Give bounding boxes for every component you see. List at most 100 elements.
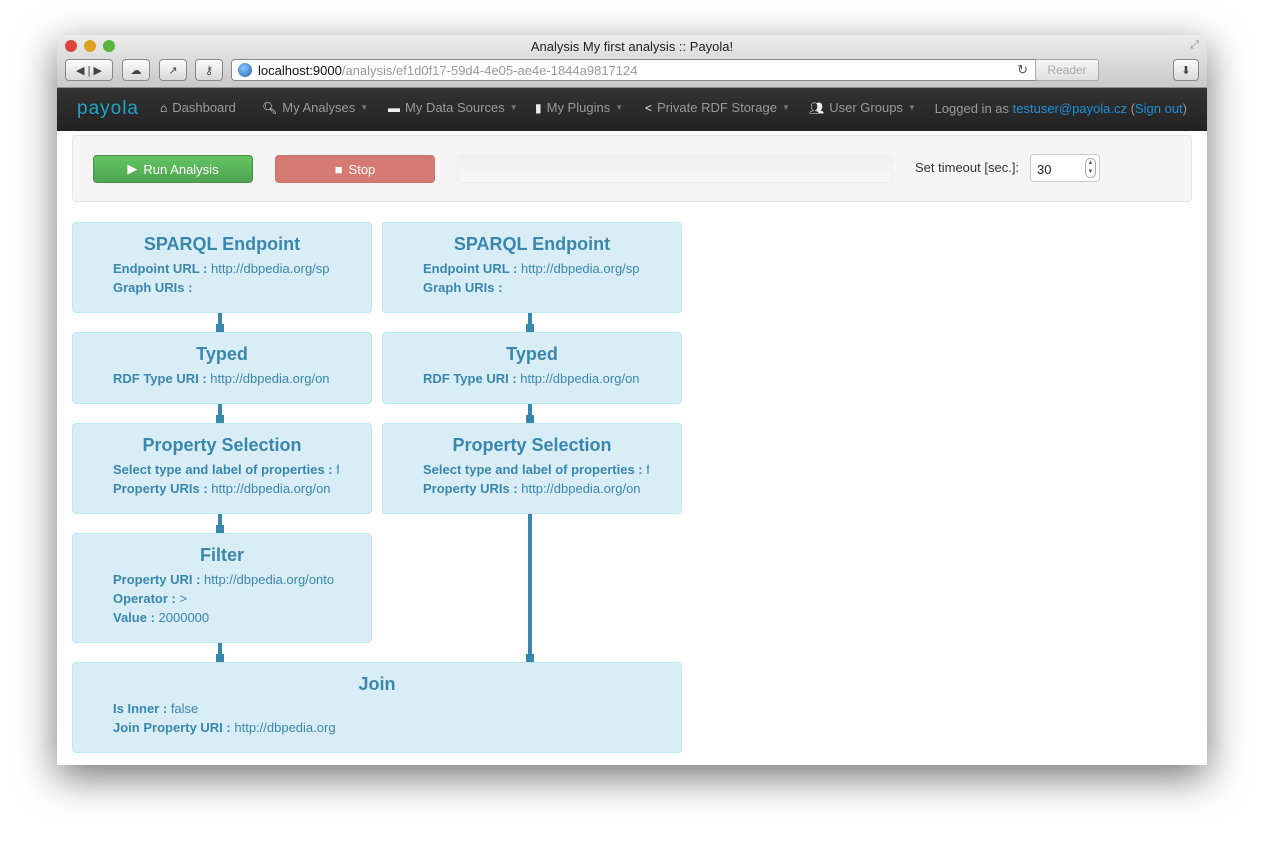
caret-down-icon: ▼ bbox=[781, 103, 790, 112]
reload-icon[interactable]: ↻ bbox=[1017, 62, 1028, 78]
connector-end bbox=[216, 654, 224, 662]
property-key: Value bbox=[113, 610, 147, 625]
property-value: > bbox=[179, 591, 188, 606]
plugin-property: RDF Type URI : http://dbpedia.org/on bbox=[113, 369, 339, 388]
nav-label: My Analyses bbox=[282, 100, 356, 115]
plugin-property: RDF Type URI : http://dbpedia.org/on bbox=[423, 369, 649, 388]
nav-label: My Data Sources bbox=[405, 100, 505, 115]
main-content: ▶ Run Analysis ■ Stop Set timeout [sec.]: … bbox=[57, 131, 1207, 765]
plugin-property: Operator : > bbox=[113, 589, 339, 608]
timeout-input[interactable]: 30 ▲ ▼ bbox=[1030, 154, 1100, 182]
plugin-title: SPARQL Endpoint bbox=[453, 234, 611, 254]
plugin-properties: Endpoint URL : http://dbpedia.org/spGrap… bbox=[95, 259, 371, 297]
sign-out-link[interactable]: Sign out bbox=[1135, 101, 1183, 116]
plugin-title: SPARQL Endpoint bbox=[143, 234, 301, 254]
progress-bar bbox=[457, 155, 893, 183]
nav-private-rdf-storage[interactable]: < Private RDF Storage ▼ bbox=[645, 100, 790, 115]
timeout-value: 30 bbox=[1037, 162, 1052, 177]
window-title: Analysis My first analysis :: Payola! bbox=[530, 39, 734, 54]
icloud-icon[interactable]: ☁ bbox=[122, 59, 150, 81]
downloads-icon[interactable]: ⬇ bbox=[1173, 59, 1199, 81]
plugin-properties: RDF Type URI : http://dbpedia.org/on bbox=[405, 369, 681, 388]
connector-end bbox=[526, 654, 534, 662]
reader-button[interactable]: Reader bbox=[1035, 59, 1099, 81]
nav-my-analyses[interactable]: 🔍︎ My Analyses ▼ bbox=[262, 100, 368, 115]
property-value: http://dbpedia.org/on bbox=[521, 481, 641, 496]
plugin-property: Property URIs : http://dbpedia.org/on bbox=[423, 479, 649, 498]
search-icon: 🔍︎ bbox=[262, 100, 278, 115]
nav-label: User Groups bbox=[829, 100, 903, 115]
user-link[interactable]: testuser@payola.cz bbox=[1013, 101, 1127, 116]
plugin-properties: Select type and label of properties : fP… bbox=[405, 460, 681, 498]
property-key: Property URI bbox=[113, 572, 193, 587]
property-value: http://dbpedia.org/sp bbox=[210, 261, 330, 276]
plugin-property: Value : 2000000 bbox=[113, 608, 339, 627]
plugin-card-join[interactable]: Join Is Inner : falseJoin Property URI : … bbox=[72, 662, 682, 753]
plugin-card-filter[interactable]: Filter Property URI : http://dbpedia.org/… bbox=[72, 533, 372, 643]
property-value: http://dbpedia.org/onto bbox=[204, 572, 335, 587]
plugin-property: Graph URIs : bbox=[113, 278, 339, 297]
nav-label: My Plugins bbox=[546, 100, 611, 115]
connector-end bbox=[216, 324, 224, 332]
globe-icon bbox=[238, 63, 252, 77]
plugin-properties: Select type and label of properties : fP… bbox=[95, 460, 371, 498]
file-icon: ▮ bbox=[535, 100, 542, 115]
property-key: Graph URIs bbox=[113, 280, 185, 295]
plugin-property: Select type and label of properties : f bbox=[423, 460, 649, 479]
property-value: http://dbpedia.org/sp bbox=[520, 261, 640, 276]
plugin-properties: Is Inner : falseJoin Property URI : http… bbox=[95, 699, 681, 737]
plugin-properties: RDF Type URI : http://dbpedia.org/on bbox=[95, 369, 371, 388]
stop-button[interactable]: ■ Stop bbox=[275, 155, 435, 183]
url-host: localhost:9000 bbox=[258, 62, 342, 78]
connector-end bbox=[216, 415, 224, 423]
nav-user-groups[interactable]: 👥︎ User Groups ▼ bbox=[809, 100, 916, 115]
stepper-icon[interactable]: ▲ ▼ bbox=[1085, 158, 1096, 178]
property-key: Join Property URI bbox=[113, 720, 223, 735]
property-key: Is Inner bbox=[113, 701, 160, 716]
share-icon[interactable]: ↗ bbox=[159, 59, 187, 81]
nav-my-plugins[interactable]: ▮ My Plugins ▼ bbox=[535, 100, 623, 115]
title-bar: Analysis My first analysis :: Payola! ⤢ … bbox=[57, 35, 1207, 88]
nav-dashboard[interactable]: ⌂ Dashboard bbox=[160, 100, 236, 115]
plugin-property: Join Property URI : http://dbpedia.org bbox=[113, 718, 339, 737]
plugin-title: Filter bbox=[199, 545, 244, 565]
plugin-card-typed[interactable]: Typed RDF Type URI : http://dbpedia.org/o… bbox=[72, 332, 372, 404]
analysis-toolbar: ▶ Run Analysis ■ Stop Set timeout [sec.]: … bbox=[72, 135, 1192, 202]
connector-line bbox=[528, 514, 532, 662]
plugin-title: Typed bbox=[196, 344, 248, 364]
plugin-property: Graph URIs : bbox=[423, 278, 649, 297]
property-value: http://dbpedia.org/on bbox=[210, 371, 330, 386]
back-forward-buttons[interactable]: ◀ | ▶ bbox=[65, 59, 113, 81]
property-key: Property URIs bbox=[113, 481, 200, 496]
property-value: http://dbpedia.org/on bbox=[520, 371, 640, 386]
nav-label: Dashboard bbox=[172, 100, 236, 115]
run-analysis-button[interactable]: ▶ Run Analysis bbox=[93, 155, 253, 183]
property-key: RDF Type URI bbox=[423, 371, 509, 386]
plugin-title: Property Selection bbox=[142, 435, 302, 455]
plugin-card-typed[interactable]: Typed RDF Type URI : http://dbpedia.org/o… bbox=[382, 332, 682, 404]
login-info: Logged in as testuser@payola.cz (Sign ou… bbox=[934, 101, 1187, 116]
address-bar[interactable]: localhost:9000/analysis/ef1d0f17-59d4-4e… bbox=[231, 59, 1099, 81]
payola-logo[interactable]: payola bbox=[77, 98, 139, 120]
plugin-card-sparql-endpoint[interactable]: SPARQL Endpoint Endpoint URL : http://dbp… bbox=[382, 222, 682, 313]
nav-my-data-sources[interactable]: ▬ My Data Sources ▼ bbox=[388, 100, 518, 115]
plugin-title: Join bbox=[358, 674, 396, 694]
property-key: Property URIs bbox=[423, 481, 510, 496]
property-key: Select type and label of properties bbox=[423, 462, 635, 477]
plugin-property: Property URIs : http://dbpedia.org/on bbox=[113, 479, 339, 498]
plugin-property: Endpoint URL : http://dbpedia.org/sp bbox=[113, 259, 339, 278]
plugin-card-sparql-endpoint[interactable]: SPARQL Endpoint Endpoint URL : http://dbp… bbox=[72, 222, 372, 313]
run-label: Run Analysis bbox=[143, 161, 219, 177]
plugin-card-property-selection[interactable]: Property Selection Select type and label … bbox=[72, 423, 372, 514]
property-key: Operator bbox=[113, 591, 168, 606]
plugin-card-property-selection[interactable]: Property Selection Select type and label … bbox=[382, 423, 682, 514]
property-value: false bbox=[170, 701, 199, 716]
plugin-title: Property Selection bbox=[452, 435, 612, 455]
fullscreen-icon[interactable]: ⤢ bbox=[1190, 39, 1199, 52]
property-value: http://dbpedia.org/on bbox=[211, 481, 331, 496]
key-icon[interactable]: ⚷ bbox=[195, 59, 223, 81]
property-value: f bbox=[646, 462, 649, 477]
connector-end bbox=[216, 525, 224, 533]
share-icon: < bbox=[645, 100, 653, 115]
users-icon: 👥︎ bbox=[809, 100, 825, 115]
